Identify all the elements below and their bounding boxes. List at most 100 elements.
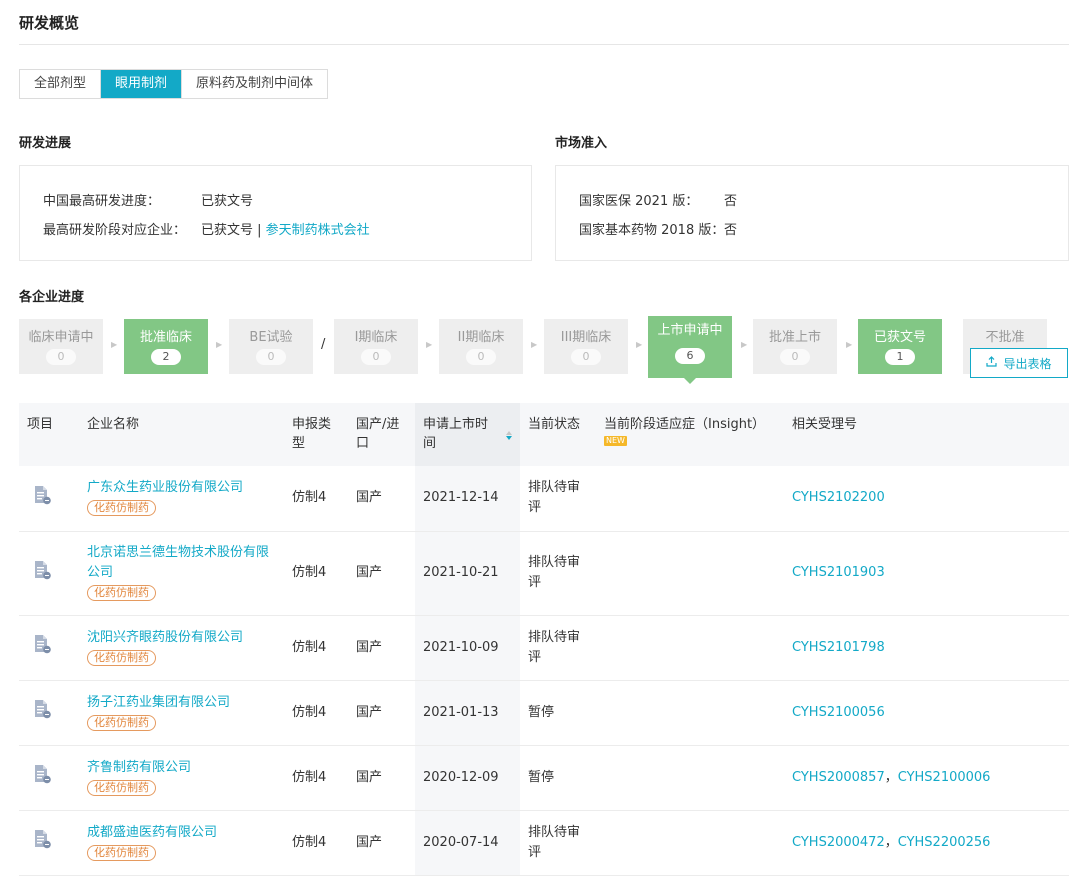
highest-progress-row: 中国最高研发进度： 已获文号 [43,190,253,209]
stage-count: 0 [571,349,601,365]
market-box: 国家医保 2021 版：否 国家基本药物 2018 版：否 [555,165,1069,261]
item-cell [19,466,79,532]
acceptance-number-link[interactable]: CYHS2000857 [792,770,885,785]
category-tag: 化药仿制药 [87,500,156,517]
stage-label: 临床申请中 [28,330,94,345]
col-filing-date[interactable]: 申请上市时间 [415,403,520,466]
col-item: 项目 [19,403,79,466]
origin-cell: 国产 [348,615,415,681]
stage-count: 0 [256,349,286,365]
filing-date-cell: 2021-12-14 [415,466,520,532]
company-link[interactable]: 齐鲁制药有限公司 [87,758,278,778]
tab-api-intermediates[interactable]: 原料药及制剂中间体 [181,70,328,98]
acceptance-number-link[interactable]: CYHS2101903 [792,565,885,580]
chevron-right-icon: ▶ [741,340,748,349]
medical-insurance-row: 国家医保 2021 版： 否 [579,190,737,209]
document-icon[interactable] [33,699,51,726]
table-header-row: 项目 企业名称 申报类型 国产/进口 申请上市时间 当前状态 当前阶段适应症（I… [19,403,1069,466]
page-title: 研发概览 [19,14,80,32]
acceptance-numbers-cell: CYHS2100056 [784,680,1069,746]
company-link[interactable]: 成都盛迪医药有限公司 [87,823,278,843]
tab-ophthalmic[interactable]: 眼用制剂 [100,70,182,98]
stage-separator: / [321,337,326,352]
stage-label: I期临床 [354,330,398,345]
application-type-cell: 仿制4 [284,466,348,532]
table-row[interactable]: 成都盛迪医药有限公司 化药仿制药 仿制4 国产 2020-07-14 排队待审评 CYHS2… [19,810,1069,876]
col-filing-date-label: 申请上市时间 [423,417,489,451]
stage-count: 0 [46,349,76,365]
stage-clinical-approved[interactable]: 批准临床 2 [124,319,208,374]
indication-cell [596,810,784,876]
essential-drugs-row: 国家基本药物 2018 版：否 [579,219,737,238]
indication-cell [596,466,784,532]
table-row[interactable]: 北京诺思兰德生物技术股份有限公司 化药仿制药 仿制4 国产 2021-10-21 排队待审… [19,531,1069,616]
sort-icon[interactable] [506,431,512,440]
company-cell: 广东众生药业股份有限公司 化药仿制药 [79,466,284,532]
highest-stage-company-row: 最高研发阶段对应企业： 已获文号 | 参天制药株式会社 [43,219,370,238]
company-cell: 成都盛迪医药有限公司 化药仿制药 [79,810,284,876]
acceptance-number-link[interactable]: CYHS2100056 [792,705,885,720]
stage-count: 0 [780,349,810,365]
highest-stage-value: 已获文号 | [201,223,266,238]
company-link[interactable]: 沈阳兴齐眼药股份有限公司 [87,628,278,648]
progress-section-title: 研发进展 [19,136,72,151]
tab-all-forms[interactable]: 全部剂型 [20,70,101,98]
application-type-cell: 仿制4 [284,531,348,616]
stage-count: 0 [466,349,496,365]
table-row[interactable]: 齐鲁制药有限公司 化药仿制药 仿制4 国产 2020-12-09 暂停 CYHS200085… [19,745,1069,811]
item-cell [19,615,79,681]
stage-count: 2 [151,349,181,365]
status-cell: 排队待审评 [520,810,596,876]
status-cell: 排队待审评 [520,466,596,532]
filing-date-cell: 2020-12-09 [415,745,520,811]
company-link[interactable]: 广东众生药业股份有限公司 [87,478,278,498]
stage-label: II期临床 [457,330,505,345]
company-link[interactable]: 北京诺思兰德生物技术股份有限公司 [87,543,278,583]
acceptance-number-link[interactable]: CYHS2000472 [792,835,885,850]
document-icon[interactable] [33,634,51,661]
company-cell: 沈阳兴齐眼药股份有限公司 化药仿制药 [79,615,284,681]
highest-stage-company-link[interactable]: 参天制药株式会社 [266,223,370,238]
document-icon[interactable] [33,485,51,512]
filing-date-cell: 2021-10-09 [415,615,520,681]
highest-stage-company-label: 最高研发阶段对应企业： [43,223,187,238]
acceptance-numbers-cell: CYHS2101903 [784,531,1069,616]
document-icon[interactable] [33,560,51,587]
col-origin: 国产/进口 [348,403,415,466]
document-icon[interactable] [33,829,51,856]
company-progress-title: 各企业进度 [19,290,85,305]
stage-approval-number[interactable]: 已获文号 1 [858,319,942,374]
col-application-type: 申报类型 [284,403,348,466]
table-row[interactable]: 沈阳兴齐眼药股份有限公司 化药仿制药 仿制4 国产 2021-10-09 排队待审评 CYH… [19,615,1069,681]
acceptance-number-link[interactable]: CYHS2101798 [792,640,885,655]
essential-drugs-value: 否 [724,223,738,238]
stage-be-trial[interactable]: BE试验 0 [229,319,313,374]
origin-cell: 国产 [348,680,415,746]
category-tag: 化药仿制药 [87,585,156,601]
stage-label: 上市申请中 [657,323,723,338]
export-table-button[interactable]: 导出表格 [970,348,1068,378]
acceptance-number-link[interactable]: CYHS2200256 [898,835,991,850]
origin-cell: 国产 [348,745,415,811]
document-icon[interactable] [33,764,51,791]
stage-phase-3[interactable]: III期临床 0 [544,319,628,374]
indication-cell [596,680,784,746]
stage-phase-2[interactable]: II期临床 0 [439,319,523,374]
chevron-right-icon: ▶ [216,340,223,349]
acceptance-number-link[interactable]: CYHS2102200 [792,490,885,505]
highest-progress-label: 中国最高研发进度： [43,194,161,209]
stage-clinical-application[interactable]: 临床申请中 0 [19,319,103,374]
medical-insurance-value: 否 [724,194,738,209]
stage-market-application[interactable]: 上市申请中 6 [648,316,732,384]
origin-cell: 国产 [348,531,415,616]
table-row[interactable]: 广东众生药业股份有限公司 化药仿制药 仿制4 国产 2021-12-14 排队待审评 CYH… [19,466,1069,532]
stage-phase-1[interactable]: I期临床 0 [334,319,418,374]
stage-count: 0 [361,349,391,365]
market-section-title: 市场准入 [555,136,608,151]
table-row[interactable]: 扬子江药业集团有限公司 化药仿制药 仿制4 国产 2021-01-13 暂停 CYHS210… [19,680,1069,746]
acceptance-number-link[interactable]: CYHS2100006 [898,770,991,785]
stage-market-approved[interactable]: 批准上市 0 [753,319,837,374]
item-cell [19,745,79,811]
export-table-label: 导出表格 [1003,356,1052,371]
company-link[interactable]: 扬子江药业集团有限公司 [87,693,278,713]
